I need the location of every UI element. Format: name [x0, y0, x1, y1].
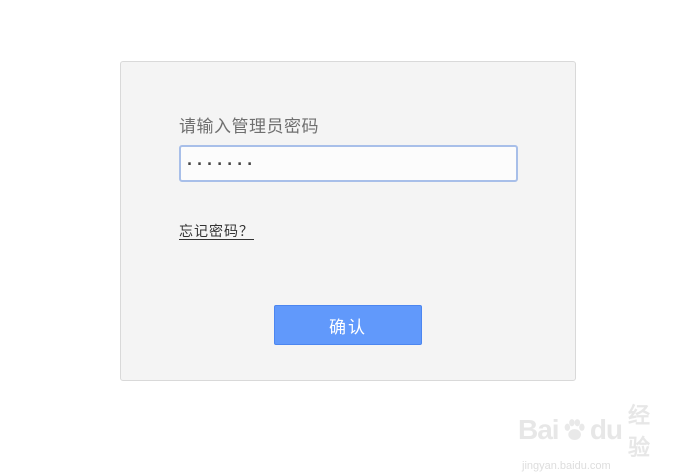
watermark-brand-right: du [589, 414, 623, 445]
watermark-brand: Bai du 经验 [518, 398, 668, 462]
forgot-password-link[interactable]: 忘记密码？ [179, 221, 254, 241]
confirm-button[interactable]: 确认 [274, 305, 422, 345]
paw-icon [564, 419, 585, 440]
login-panel: 请输入管理员密码 ······· 忘记密码？ 确认 [120, 61, 576, 381]
watermark-brand-left: Bai [518, 414, 560, 445]
watermark-brand-cn: 经验 [628, 403, 651, 460]
baidu-jingyan-watermark: Bai du 经验 jingyan.baidu.com [518, 398, 668, 472]
password-prompt-label: 请输入管理员密码 [179, 117, 319, 137]
page: 请输入管理员密码 ······· 忘记密码？ 确认 Bai du 经验 jing… [0, 0, 680, 472]
password-input[interactable]: ······· [179, 145, 518, 182]
